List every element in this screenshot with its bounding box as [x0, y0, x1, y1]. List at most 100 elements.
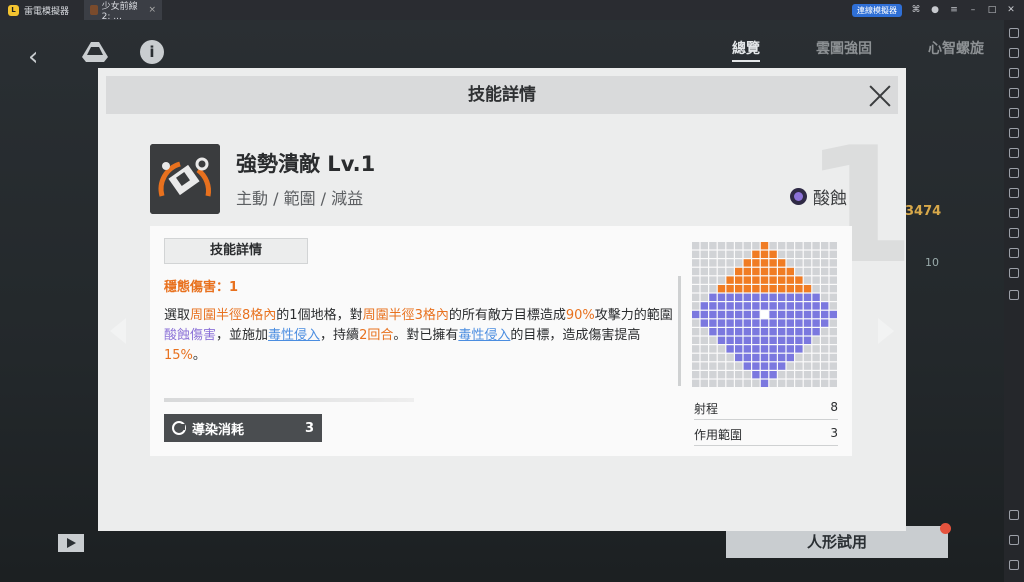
- grid-cell: [769, 345, 777, 353]
- grid-cell: [700, 336, 708, 344]
- menu-icon[interactable]: ≡: [949, 5, 959, 15]
- screenshot-icon[interactable]: [1009, 88, 1019, 98]
- volume-down-icon[interactable]: [1009, 68, 1019, 78]
- modal-header: 技能詳情: [106, 76, 898, 114]
- element-label: 酸蝕: [813, 189, 847, 209]
- minimize-icon[interactable]: –: [968, 5, 978, 15]
- app-logo-icon: L: [8, 4, 19, 16]
- gamepad-icon[interactable]: ⌘: [911, 5, 921, 15]
- grid-cell: [735, 267, 743, 276]
- video-icon[interactable]: [1009, 188, 1019, 198]
- grid-cell: [778, 250, 786, 258]
- grid-cell: [743, 362, 751, 370]
- grid-cell: [769, 285, 777, 293]
- tab-close-icon[interactable]: ×: [148, 5, 156, 15]
- location-icon[interactable]: [1009, 268, 1019, 278]
- tab-cloud[interactable]: 雲圖強固: [816, 38, 872, 62]
- keyboard-icon[interactable]: [1009, 28, 1019, 38]
- grid-cell: [692, 310, 700, 319]
- nav-back-icon[interactable]: [1009, 510, 1019, 520]
- background-tabs: 總覽 雲圖強固 心智螺旋: [732, 38, 984, 62]
- info-icon[interactable]: i: [140, 40, 164, 64]
- grid-cell: [700, 267, 708, 276]
- grid-cell: [786, 285, 794, 293]
- close-icon[interactable]: [868, 84, 892, 108]
- drive-icon[interactable]: [82, 42, 108, 62]
- grid-cell: [821, 267, 829, 276]
- stat-area-label: 作用範圍: [694, 428, 743, 442]
- toxic-invasion-link[interactable]: 毒性侵入: [268, 328, 320, 343]
- grid-cell: [760, 336, 769, 344]
- grid-cell: [795, 379, 803, 387]
- description-scrollbar[interactable]: [678, 276, 681, 386]
- record-icon[interactable]: [1009, 128, 1019, 138]
- grid-cell: [821, 345, 829, 353]
- grid-cell: [743, 293, 751, 301]
- user-icon[interactable]: ●: [930, 5, 940, 15]
- grid-cell: [778, 345, 786, 353]
- more-icon[interactable]: [1009, 290, 1019, 300]
- grid-cell: [812, 328, 820, 336]
- grid-cell: [726, 353, 734, 362]
- grid-cell: [717, 276, 726, 284]
- tab-mind[interactable]: 心智螺旋: [928, 38, 984, 62]
- grid-cell: [700, 353, 708, 362]
- grid-cell: [769, 242, 777, 250]
- previous-arrow-icon[interactable]: [110, 318, 126, 344]
- nav-recent-icon[interactable]: [1009, 560, 1019, 570]
- maximize-icon[interactable]: □: [987, 5, 997, 15]
- grid-cell: [760, 379, 769, 387]
- folder-icon[interactable]: [1009, 248, 1019, 258]
- grid-cell: [692, 250, 700, 258]
- grid-cell: [743, 328, 751, 336]
- grid-cell: [821, 259, 829, 267]
- grid-cell: [778, 319, 786, 327]
- grid-cell: [692, 267, 700, 276]
- grid-cell: [743, 276, 751, 284]
- detail-tab[interactable]: 技能詳情: [164, 238, 308, 264]
- grid-cell: [821, 285, 829, 293]
- apk-icon[interactable]: [1009, 148, 1019, 158]
- grid-cell: [778, 276, 786, 284]
- lock-icon[interactable]: [1009, 108, 1019, 118]
- grid-cell: [752, 371, 760, 379]
- grid-cell: [709, 242, 717, 250]
- scissors-icon[interactable]: [1009, 168, 1019, 178]
- grid-cell: [726, 276, 734, 284]
- grid-cell: [700, 345, 708, 353]
- grid-cell: [821, 250, 829, 258]
- grid-cell: [795, 302, 803, 310]
- grid-cell: [709, 285, 717, 293]
- connect-emulator-button[interactable]: 連線模擬器: [852, 3, 902, 17]
- phone-icon[interactable]: [1009, 228, 1019, 238]
- grid-cell: [778, 336, 786, 344]
- volume-up-icon[interactable]: [1009, 48, 1019, 58]
- play-video-icon[interactable]: [58, 534, 84, 552]
- grid-cell: [803, 267, 812, 276]
- grid-cell: [786, 371, 794, 379]
- grid-cell: [700, 242, 708, 250]
- grid-cell: [743, 242, 751, 250]
- toxic-invasion-link-2[interactable]: 毒性侵入: [458, 328, 510, 343]
- back-arrow-icon[interactable]: ‹: [28, 42, 38, 72]
- emulator-sidebar: [1004, 20, 1024, 582]
- grid-cell: [726, 328, 734, 336]
- next-arrow-icon[interactable]: [878, 318, 894, 344]
- grid-cell: [803, 302, 812, 310]
- grid-cell: [786, 336, 794, 344]
- grid-cell: [735, 310, 743, 319]
- grid-cell: [726, 259, 734, 267]
- window-tab[interactable]: 少女前線2: ... ×: [84, 0, 162, 22]
- tab-overview[interactable]: 總覽: [732, 38, 760, 62]
- grid-cell: [709, 379, 717, 387]
- close-window-icon[interactable]: ✕: [1006, 5, 1016, 15]
- grid-cell: [769, 353, 777, 362]
- app-brand: L 雷電模擬器: [0, 4, 78, 17]
- sync-icon[interactable]: [1009, 208, 1019, 218]
- grid-cell: [760, 371, 769, 379]
- grid-cell: [700, 310, 708, 319]
- nav-home-icon[interactable]: [1009, 535, 1019, 545]
- detail-panel: 技能詳情 穩態傷害：1 選取周圍半徑8格內的1個地格，對周圍半徑3格內的所有敵方…: [150, 226, 852, 456]
- grid-cell: [786, 310, 794, 319]
- faded-text-line: [164, 398, 414, 402]
